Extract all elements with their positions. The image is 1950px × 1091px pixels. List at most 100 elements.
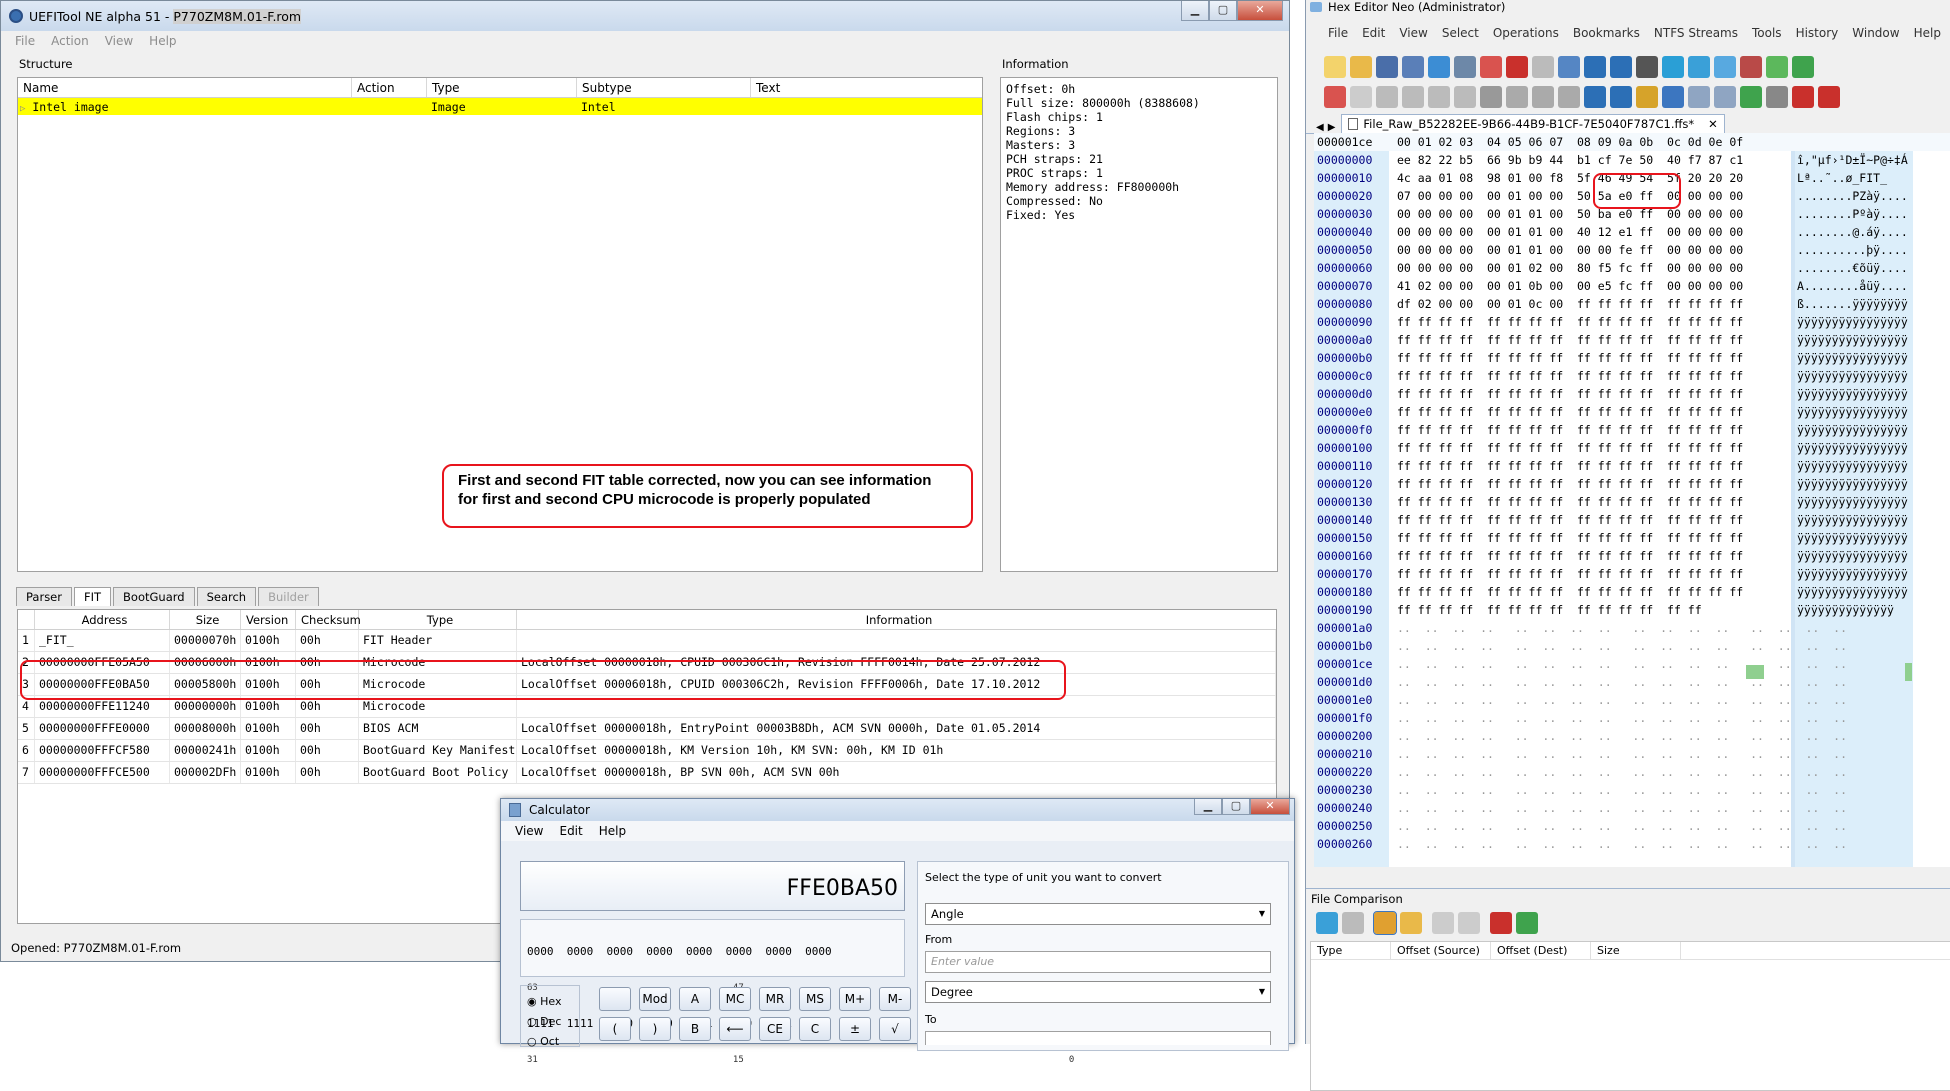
insert-icon[interactable] bbox=[1480, 86, 1502, 108]
hex-row[interactable]: 00000240 .. .. .. .. .. .. .. .. .. .. ..… bbox=[1314, 799, 1950, 817]
compare-settings-icon[interactable] bbox=[1342, 912, 1364, 934]
menu-action[interactable]: Action bbox=[51, 34, 89, 48]
hex-view[interactable]: 000001ce 00 01 02 03 04 05 06 07 08 09 0… bbox=[1314, 133, 1950, 867]
col-version[interactable]: Version bbox=[241, 610, 296, 629]
open-folder-icon[interactable] bbox=[1350, 56, 1372, 78]
calc-button-a[interactable]: A bbox=[679, 987, 711, 1011]
text-view-icon[interactable] bbox=[1610, 56, 1632, 78]
select-icon[interactable] bbox=[1584, 86, 1606, 108]
hex-row[interactable]: 00000200 .. .. .. .. .. .. .. .. .. .. ..… bbox=[1314, 727, 1950, 745]
hex-row[interactable]: 00000060 00 00 00 00 00 01 02 00 80 f5 fc… bbox=[1314, 259, 1950, 277]
structure-icon[interactable] bbox=[1740, 86, 1762, 108]
edit-icon[interactable] bbox=[1532, 86, 1554, 108]
col-address[interactable]: Address bbox=[35, 610, 170, 629]
fit-row[interactable]: 7 00000000FFFCE500 000002DFh 0100h 00h BootGu… bbox=[18, 762, 1276, 784]
hex-row[interactable]: 00000260 .. .. .. .. .. .. .. .. .. .. ..… bbox=[1314, 835, 1950, 853]
tab-fit[interactable]: FIT bbox=[74, 587, 112, 606]
information-panel[interactable]: Offset: 0h Full size: 800000h (8388608) … bbox=[1000, 77, 1278, 572]
find-icon[interactable] bbox=[1662, 86, 1684, 108]
compare-icon[interactable] bbox=[1714, 56, 1736, 78]
hex-row[interactable]: 00000230 .. .. .. .. .. .. .. .. .. .. ..… bbox=[1314, 781, 1950, 799]
col-subtype[interactable]: Subtype bbox=[577, 78, 751, 97]
hex-menu-help[interactable]: Help bbox=[1914, 26, 1941, 40]
hex-row[interactable]: 00000150 ff ff ff ff ff ff ff ff ff ff ff… bbox=[1314, 529, 1950, 547]
calc-button-m-minus[interactable]: M- bbox=[879, 987, 911, 1011]
hex-menu-file[interactable]: File bbox=[1328, 26, 1348, 40]
fit-row[interactable]: 6 00000000FFFCF580 00000241h 0100h 00h BootGu… bbox=[18, 740, 1276, 762]
fc-col-type[interactable]: Type bbox=[1311, 942, 1391, 959]
hex-menu-window[interactable]: Window bbox=[1852, 26, 1899, 40]
col-type[interactable]: Type bbox=[359, 610, 517, 629]
delete-icon[interactable] bbox=[1454, 86, 1476, 108]
fc-col-size[interactable]: Size bbox=[1591, 942, 1681, 959]
fc-col-offset-dest[interactable]: Offset (Dest) bbox=[1491, 942, 1591, 959]
compare-prev-icon[interactable] bbox=[1432, 912, 1454, 934]
fc-col-offset-source[interactable]: Offset (Source) bbox=[1391, 942, 1491, 959]
hex-menu-operations[interactable]: Operations bbox=[1493, 26, 1559, 40]
hex-row[interactable]: 00000050 00 00 00 00 00 01 01 00 00 00 fe… bbox=[1314, 241, 1950, 259]
expand-arrow-icon[interactable]: ▷ bbox=[20, 104, 25, 114]
compare-folder-icon[interactable] bbox=[1400, 912, 1422, 934]
fit-row[interactable]: 1 _FIT_ 00000070h 0100h 00h FIT Header bbox=[18, 630, 1276, 652]
calc-button-mod[interactable]: Mod bbox=[639, 987, 671, 1011]
unit-type-select[interactable]: Angle bbox=[925, 903, 1271, 925]
calc-menu-edit[interactable]: Edit bbox=[559, 824, 582, 838]
hex-row[interactable]: 00000190 ff ff ff ff ff ff ff ff ff ff ff… bbox=[1314, 601, 1950, 619]
tree-row-intel-image[interactable]: ▷ Intel image Image Intel bbox=[18, 98, 982, 115]
paste-icon[interactable] bbox=[1428, 86, 1450, 108]
close-file-icon[interactable] bbox=[1480, 56, 1502, 78]
close-all-icon[interactable] bbox=[1506, 56, 1528, 78]
calc-button-mr[interactable]: MR bbox=[759, 987, 791, 1011]
copy-icon[interactable] bbox=[1402, 86, 1424, 108]
calc-menu-help[interactable]: Help bbox=[599, 824, 626, 838]
hex-row[interactable]: 00000250 .. .. .. .. .. .. .. .. .. .. ..… bbox=[1314, 817, 1950, 835]
hex-row[interactable]: 00000140 ff ff ff ff ff ff ff ff ff ff ff… bbox=[1314, 511, 1950, 529]
hex-menu-ntfs-streams[interactable]: NTFS Streams bbox=[1654, 26, 1738, 40]
tab-search[interactable]: Search bbox=[196, 587, 257, 606]
tab-scroll-left-icon[interactable]: ◀ bbox=[1316, 122, 1324, 133]
compare-mode-icon[interactable] bbox=[1373, 911, 1397, 935]
hex-row[interactable]: 000000d0 ff ff ff ff ff ff ff ff ff ff ff… bbox=[1314, 385, 1950, 403]
calc-button-plus-minus[interactable]: ± bbox=[839, 1017, 871, 1041]
hex-menu-tools[interactable]: Tools bbox=[1752, 26, 1782, 40]
from-unit-select[interactable]: Degree bbox=[925, 981, 1271, 1003]
compare-files-icon[interactable] bbox=[1316, 912, 1338, 934]
hex-row[interactable]: 000001b0 .. .. .. .. .. .. .. .. .. .. ..… bbox=[1314, 637, 1950, 655]
hex-menu-select[interactable]: Select bbox=[1442, 26, 1479, 40]
maximize-icon[interactable]: ▢ bbox=[1209, 1, 1237, 21]
calc-close-icon[interactable]: ✕ bbox=[1250, 799, 1290, 815]
minimize-icon[interactable]: ▁ bbox=[1181, 1, 1209, 21]
hex-menu-edit[interactable]: Edit bbox=[1362, 26, 1385, 40]
menu-file[interactable]: File bbox=[15, 34, 35, 48]
hammer-icon[interactable] bbox=[1766, 86, 1788, 108]
hex-row[interactable]: 000000a0 ff ff ff ff ff ff ff ff ff ff ff… bbox=[1314, 331, 1950, 349]
info-icon[interactable] bbox=[1818, 86, 1840, 108]
hex-menu-view[interactable]: View bbox=[1399, 26, 1427, 40]
hex-row[interactable]: 000000e0 ff ff ff ff ff ff ff ff ff ff ff… bbox=[1314, 403, 1950, 421]
col-type[interactable]: Type bbox=[427, 78, 577, 97]
calc-button-c[interactable]: C bbox=[799, 1017, 831, 1041]
menu-view[interactable]: View bbox=[105, 34, 133, 48]
calc-button-backspace[interactable]: ⟵ bbox=[719, 1017, 751, 1041]
compare-report-icon[interactable] bbox=[1490, 912, 1512, 934]
columns-icon[interactable] bbox=[1636, 56, 1658, 78]
menu-help[interactable]: Help bbox=[149, 34, 176, 48]
print-icon[interactable] bbox=[1454, 56, 1476, 78]
fill-icon[interactable] bbox=[1506, 86, 1528, 108]
compare-export-icon[interactable] bbox=[1516, 912, 1538, 934]
hex-titlebar[interactable]: Hex Editor Neo (Administrator) bbox=[1306, 0, 1950, 14]
fit-row[interactable]: 5 00000000FFFE0000 00008000h 0100h 00h BIOS A… bbox=[18, 718, 1276, 740]
hex-row[interactable]: 000001d0 .. .. .. .. .. .. .. .. .. .. ..… bbox=[1314, 673, 1950, 691]
calc-maximize-icon[interactable]: ▢ bbox=[1222, 799, 1250, 815]
hex-menu-history[interactable]: History bbox=[1796, 26, 1839, 40]
col-information[interactable]: Information bbox=[517, 610, 1276, 629]
calc-button-ms[interactable]: MS bbox=[799, 987, 831, 1011]
hex-row[interactable]: 000000c0 ff ff ff ff ff ff ff ff ff ff ff… bbox=[1314, 367, 1950, 385]
compare-next-icon[interactable] bbox=[1458, 912, 1480, 934]
comparison-list[interactable]: Type Offset (Source) Offset (Dest) Size bbox=[1310, 941, 1950, 1091]
hex-row[interactable]: 000000b0 ff ff ff ff ff ff ff ff ff ff ff… bbox=[1314, 349, 1950, 367]
col-action[interactable]: Action bbox=[352, 78, 427, 97]
radio-oct[interactable]: ○ Oct bbox=[527, 1032, 573, 1052]
hex-row[interactable]: 00000080 df 02 00 00 00 01 0c 00 ff ff ff… bbox=[1314, 295, 1950, 313]
calc-button-m-plus[interactable]: M+ bbox=[839, 987, 871, 1011]
